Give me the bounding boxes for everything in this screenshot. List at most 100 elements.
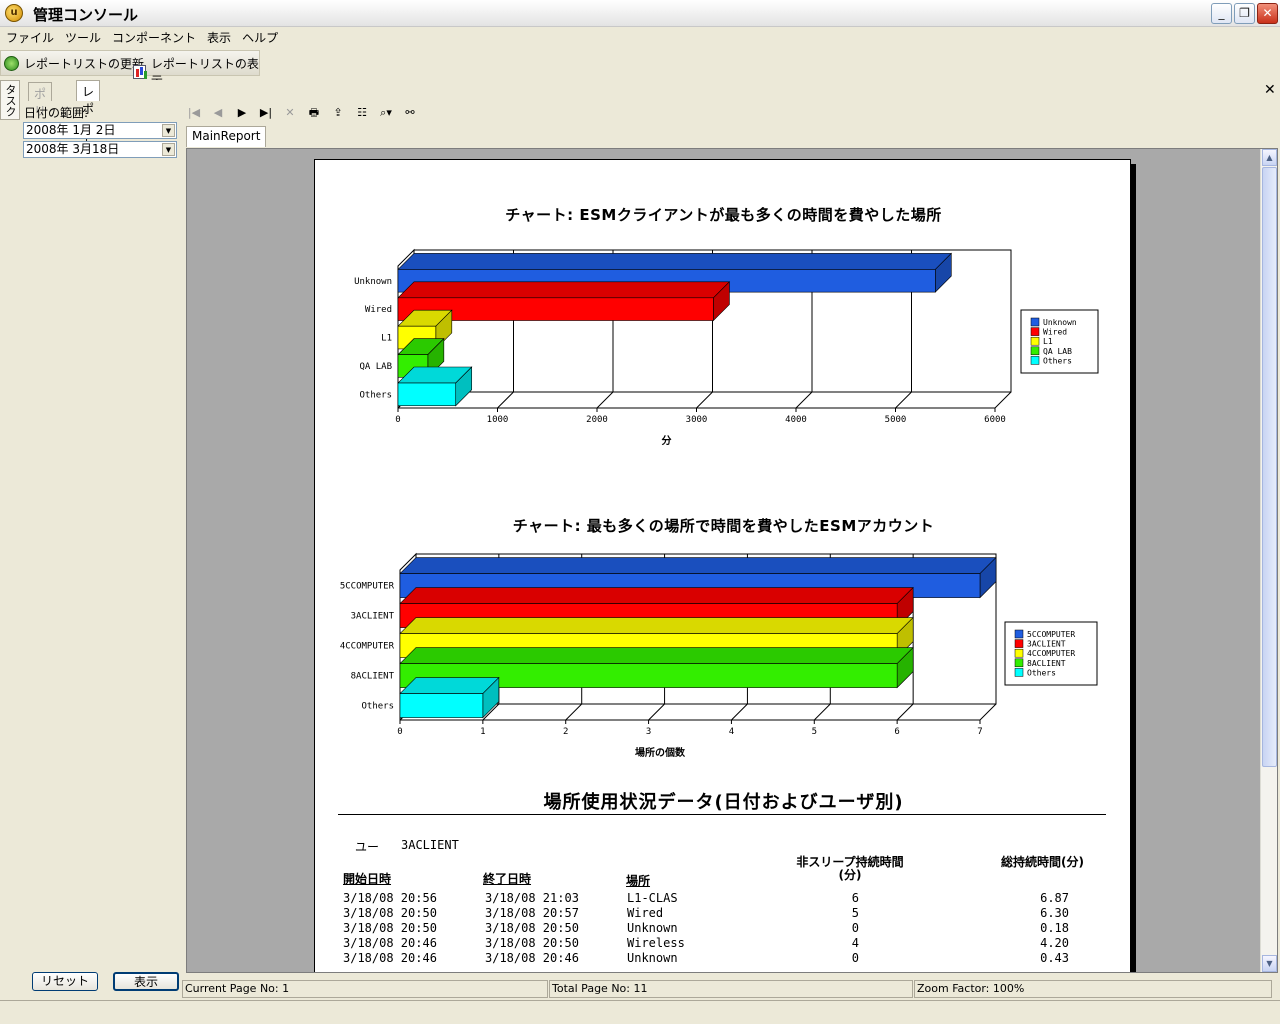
x-tick-label: 3000 bbox=[686, 415, 708, 425]
tab-report[interactable]: レポート bbox=[76, 80, 101, 150]
legend-swatch bbox=[1030, 327, 1040, 336]
table-cell-nonsleep: 5 bbox=[851, 906, 859, 920]
date-to-picker[interactable]: 2008年 3月18日 ▼ bbox=[23, 141, 177, 158]
tab-main-report[interactable]: MainReport bbox=[186, 126, 267, 147]
table-cell-total: 0.18 bbox=[1040, 921, 1069, 935]
legend-swatch bbox=[1030, 317, 1040, 327]
table-cell-total: 0.43 bbox=[1040, 951, 1069, 965]
report-viewport: チャート: ESMクライアントが最も多くの時間を費やした場所 0 1000 2000… bbox=[186, 148, 1278, 973]
last-page-icon[interactable]: ▶| bbox=[254, 103, 278, 123]
refresh-report-list-label: レポートリストの更新 bbox=[24, 57, 145, 71]
scroll-thumb[interactable] bbox=[1262, 167, 1277, 767]
minimize-button[interactable]: _ bbox=[1211, 3, 1232, 24]
reset-button[interactable]: リセット bbox=[32, 972, 98, 991]
menu-components[interactable]: コンポーネント bbox=[106, 27, 201, 46]
chart1-title: チャート: ESMクライアントが最も多くの時間を費やした場所 bbox=[505, 206, 942, 224]
date-to-value: 2008年 3月18日 bbox=[26, 142, 120, 156]
scroll-down-icon[interactable]: ▼ bbox=[1262, 955, 1277, 972]
title-bar: u 管理コンソール _ ❐ ✕ bbox=[0, 0, 1280, 27]
col-start-header: 開始日時 bbox=[343, 872, 392, 886]
user-label: ユー bbox=[355, 840, 380, 854]
bar-top bbox=[399, 677, 500, 694]
table-cell-start: 3/18/08 20:56 bbox=[343, 891, 437, 905]
table-cell-end: 3/18/08 21:03 bbox=[485, 891, 579, 905]
x-tick-label: 2000 bbox=[586, 415, 608, 425]
bar-top bbox=[399, 587, 914, 604]
x-tick-label: 1000 bbox=[487, 415, 509, 425]
scroll-up-icon[interactable]: ▲ bbox=[1262, 149, 1277, 166]
menu-view[interactable]: 表示 bbox=[201, 27, 236, 46]
legend-label: Unknown bbox=[1043, 318, 1077, 327]
chevron-down-icon[interactable]: ▼ bbox=[162, 124, 175, 137]
category-label: 8ACLIENT bbox=[351, 672, 395, 682]
next-page-icon[interactable]: ▶ bbox=[230, 103, 254, 123]
menu-help[interactable]: ヘルプ bbox=[236, 27, 283, 46]
grid-line bbox=[648, 703, 665, 721]
tab-policy[interactable]: ポリシー bbox=[28, 82, 53, 152]
user-value: 3ACLIENT bbox=[401, 838, 459, 852]
menu-file[interactable]: ファイル bbox=[0, 27, 59, 46]
table-cell-loc: Wireless bbox=[627, 936, 685, 950]
category-label: Others bbox=[359, 390, 392, 400]
category-label: 4CCOMPUTER bbox=[340, 642, 395, 652]
vertical-scrollbar[interactable]: ▲ ▼ bbox=[1260, 149, 1277, 972]
table-cell-nonsleep: 0 bbox=[851, 951, 859, 965]
col-location-header: 場所 bbox=[626, 874, 651, 888]
date-from-picker[interactable]: 2008年 1月 2日 ▼ bbox=[23, 122, 177, 139]
grid-line bbox=[896, 703, 914, 721]
x-tick-label: 5 bbox=[812, 727, 817, 737]
tree-toggle-icon[interactable]: ☷ bbox=[350, 103, 374, 123]
category-label: L1 bbox=[381, 334, 392, 344]
close-button[interactable]: ✕ bbox=[1257, 3, 1278, 24]
main-toolbar: レポートリストの更新 レポートリストの表示 bbox=[0, 50, 260, 88]
x-tick-label: 0 bbox=[395, 415, 400, 425]
x-axis-label: 場所の個数 bbox=[635, 746, 686, 759]
col-total-header: 総持続時間(分) bbox=[1001, 855, 1084, 869]
x-tick-label: 3 bbox=[646, 727, 651, 737]
x-tick-label: 6000 bbox=[984, 415, 1006, 425]
table-cell-start: 3/18/08 20:46 bbox=[343, 936, 437, 950]
legend-swatch bbox=[1030, 356, 1040, 365]
show-button[interactable]: 表示 bbox=[113, 972, 179, 991]
x-tick-label: 1 bbox=[480, 727, 485, 737]
category-label: QA LAB bbox=[359, 362, 392, 372]
report-viewer: |◀ ◀ ▶ ▶| ✕ 🖶 ⇪ ☷ ⌕▾ ⚯ MainReport チャート: … bbox=[182, 98, 1280, 998]
zoom-icon[interactable]: ⌕▾ bbox=[374, 103, 398, 123]
legend-label: L1 bbox=[1043, 337, 1053, 346]
print-icon[interactable]: 🖶 bbox=[302, 103, 326, 123]
app-logo-icon: u bbox=[5, 4, 23, 22]
export-icon[interactable]: ⇪ bbox=[326, 103, 350, 123]
grid-line bbox=[979, 703, 997, 721]
table-cell-nonsleep: 0 bbox=[851, 921, 859, 935]
section-title: 場所使用状況データ(日付およびユーザ別) bbox=[543, 792, 904, 813]
legend-swatch bbox=[1030, 346, 1040, 356]
table-cell-loc: Wired bbox=[627, 906, 664, 920]
bar bbox=[399, 693, 484, 718]
chevron-down-icon[interactable]: ▼ bbox=[162, 143, 175, 156]
table-cell-start: 3/18/08 20:50 bbox=[343, 906, 437, 920]
date-from-value: 2008年 1月 2日 bbox=[26, 123, 116, 137]
category-label: Wired bbox=[365, 305, 392, 315]
grid-line bbox=[994, 391, 1012, 409]
bottom-status-bar bbox=[0, 1000, 1280, 1024]
legend-label: 4CCOMPUTER bbox=[1027, 649, 1075, 658]
find-binoculars-icon[interactable]: ⚯ bbox=[398, 103, 422, 123]
close-pane-icon[interactable]: ✕ bbox=[1264, 82, 1276, 98]
chart1-svg: 0 1000 2000 3000 4000 5000 6000UnknownWiredL1Q… bbox=[354, 248, 1099, 447]
table-cell-loc: Unknown bbox=[627, 951, 678, 965]
task-side-tab[interactable]: タスク bbox=[0, 80, 20, 120]
window-title: 管理コンソール bbox=[33, 6, 139, 24]
restore-button[interactable]: ❐ bbox=[1234, 3, 1255, 24]
refresh-report-list-button[interactable]: レポートリストの更新 bbox=[4, 55, 144, 72]
bar-top bbox=[399, 647, 914, 664]
grid-line bbox=[813, 703, 831, 721]
category-label: 5CCOMPUTER bbox=[340, 582, 395, 592]
prev-page-icon[interactable]: ◀ bbox=[206, 103, 230, 123]
stop-icon[interactable]: ✕ bbox=[278, 103, 302, 123]
grid-line bbox=[731, 703, 748, 721]
legend-swatch bbox=[1014, 639, 1024, 648]
menu-tools[interactable]: ツール bbox=[59, 27, 106, 46]
first-page-icon[interactable]: |◀ bbox=[182, 103, 206, 123]
date-range-label: 日付の範囲: bbox=[24, 106, 89, 120]
table-cell-nonsleep: 4 bbox=[851, 936, 859, 950]
